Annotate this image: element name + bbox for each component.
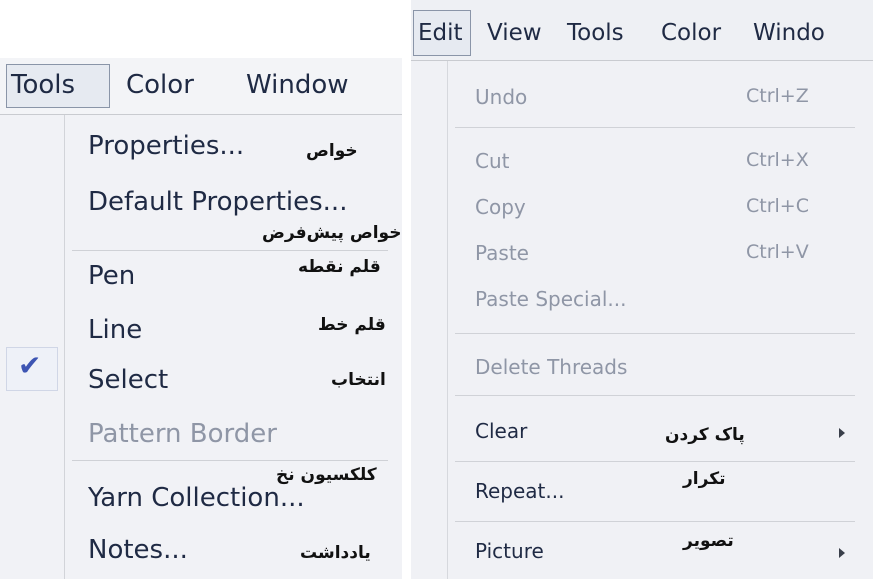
menu-item-repeat-fa: تکرار: [683, 469, 726, 489]
menu-separator: [72, 460, 388, 461]
tools-dropdown: Properties... خواص Default Properties...…: [0, 115, 402, 579]
menu-item-line[interactable]: Line: [88, 315, 142, 345]
menu-item-notes[interactable]: Notes...: [88, 535, 188, 565]
menu-bar: Tools Color Window: [0, 58, 402, 115]
menu-gutter-divider: [447, 61, 448, 579]
menu-item-yarn-collection-fa: کلکسیون نخ: [276, 465, 377, 485]
menu-item-line-fa: قلم خط: [318, 315, 386, 335]
edit-dropdown: Undo Ctrl+Z Cut Ctrl+X Copy Ctrl+C Paste…: [411, 61, 873, 579]
menu-view[interactable]: View: [487, 0, 542, 60]
menu-item-clear[interactable]: Clear: [475, 419, 527, 443]
checkmark-icon: ✔: [18, 349, 42, 382]
menu-item-picture-fa: تصویر: [683, 531, 734, 551]
menu-item-repeat[interactable]: Repeat...: [475, 479, 564, 503]
menu-separator: [455, 127, 855, 128]
menu-item-pattern-border[interactable]: Pattern Border: [88, 419, 277, 449]
menu-item-undo[interactable]: Undo: [475, 85, 527, 109]
menu-item-notes-fa: یادداشت: [300, 543, 371, 563]
menu-tools[interactable]: Tools: [6, 64, 110, 108]
menu-edit[interactable]: Edit: [413, 10, 471, 56]
shortcut-copy: Ctrl+C: [746, 195, 809, 217]
menu-item-paste[interactable]: Paste: [475, 241, 529, 265]
menu-window[interactable]: Window: [246, 58, 349, 112]
menu-item-cut[interactable]: Cut: [475, 149, 509, 173]
menu-separator: [455, 333, 855, 334]
menu-item-properties[interactable]: Properties...: [88, 131, 244, 161]
menu-item-paste-special[interactable]: Paste Special...: [475, 287, 626, 311]
menu-color[interactable]: Color: [661, 0, 721, 60]
menu-item-select-fa: انتخاب: [331, 370, 386, 390]
menu-item-delete-threads[interactable]: Delete Threads: [475, 355, 627, 379]
tools-menu-panel: Tools Color Window Properties... خواص De…: [0, 58, 402, 579]
shortcut-cut: Ctrl+X: [746, 149, 809, 171]
menu-item-properties-fa: خواص: [306, 141, 358, 161]
menu-item-default-properties[interactable]: Default Properties...: [88, 187, 347, 217]
menu-item-clear-fa: پاک کردن: [665, 425, 745, 445]
submenu-arrow-icon: [839, 428, 845, 438]
submenu-arrow-icon: [839, 548, 845, 558]
menu-separator: [455, 395, 855, 396]
edit-menu-panel: Edit View Tools Color Windo Undo Ctrl+Z …: [411, 0, 873, 579]
menu-item-yarn-collection[interactable]: Yarn Collection...: [88, 483, 305, 513]
menu-item-picture[interactable]: Picture: [475, 539, 544, 563]
menu-item-copy[interactable]: Copy: [475, 195, 526, 219]
menu-separator: [455, 521, 855, 522]
menu-separator: [72, 250, 388, 251]
menu-window[interactable]: Windo: [753, 0, 825, 60]
menu-separator: [455, 461, 855, 462]
menu-tools[interactable]: Tools: [567, 0, 624, 60]
menu-color[interactable]: Color: [126, 58, 194, 112]
menu-item-pen-fa: قلم نقطه: [298, 257, 381, 277]
menu-bar: Edit View Tools Color Windo: [411, 0, 873, 61]
shortcut-paste: Ctrl+V: [746, 241, 809, 263]
menu-gutter-divider: [64, 115, 65, 579]
menu-item-default-properties-fa: خواص پیش‌فرض: [262, 223, 402, 243]
menu-item-select[interactable]: Select: [88, 365, 168, 395]
menu-item-pen[interactable]: Pen: [88, 261, 135, 291]
shortcut-undo: Ctrl+Z: [746, 85, 809, 107]
